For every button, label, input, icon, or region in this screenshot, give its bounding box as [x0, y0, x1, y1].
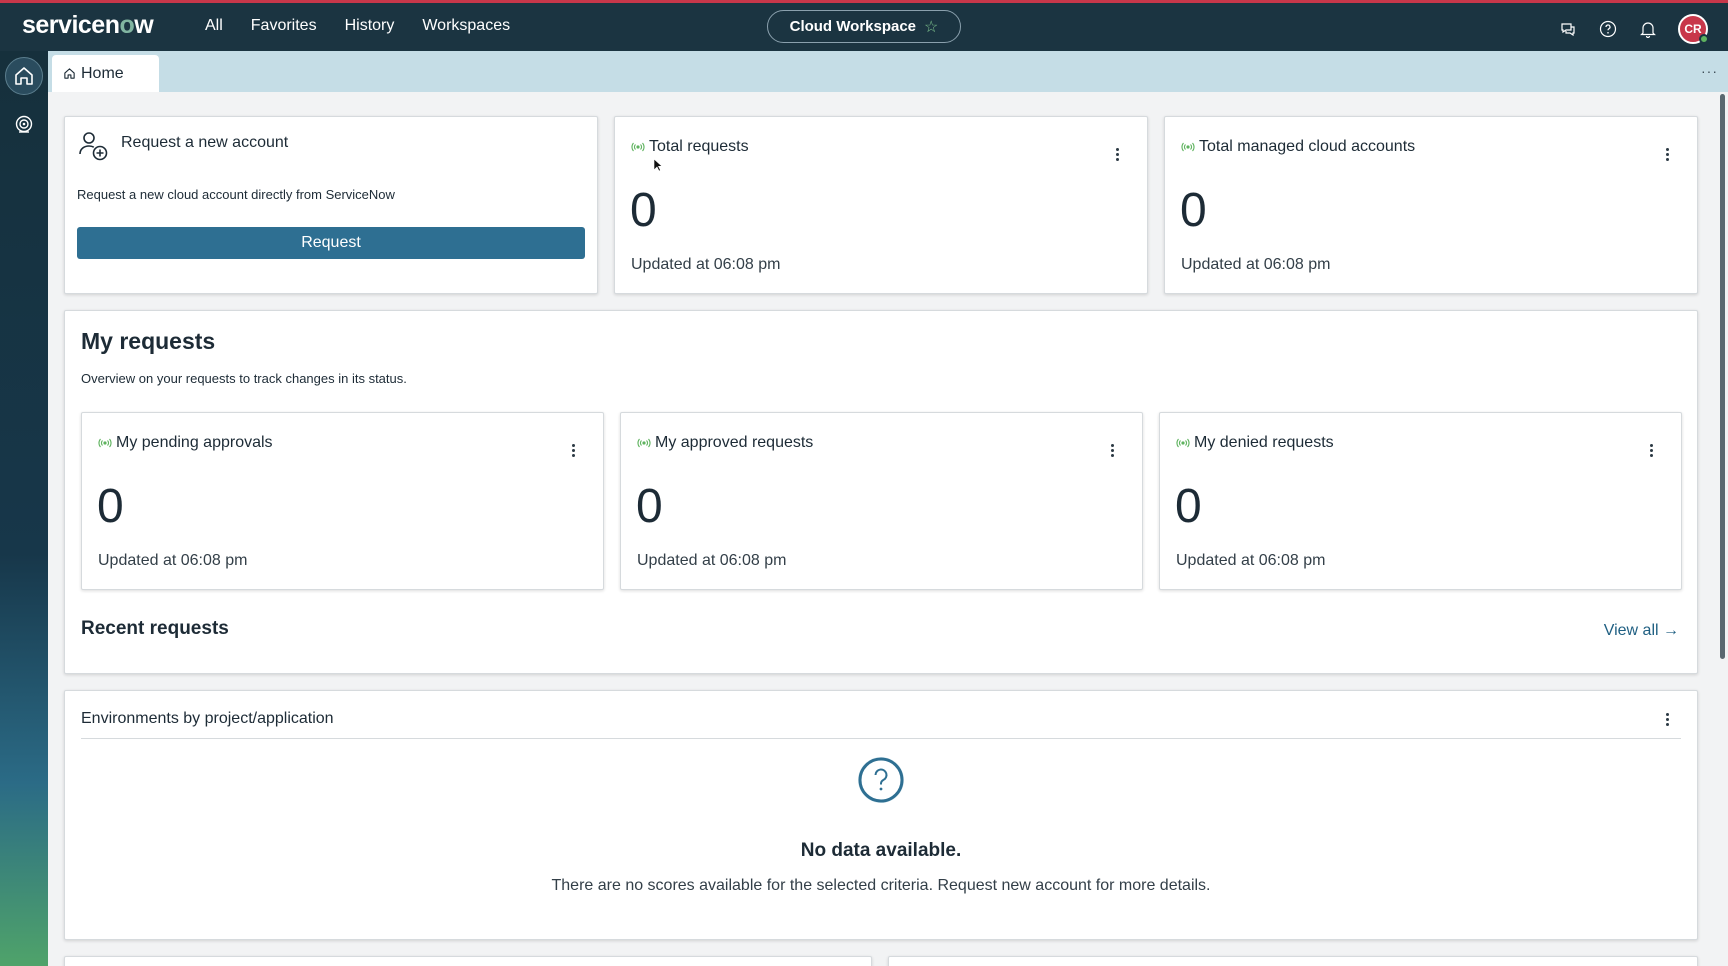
- home-tab-icon: [64, 68, 75, 79]
- environments-more-icon[interactable]: [1657, 709, 1677, 729]
- my-requests-section: My requests Overview on your requests to…: [64, 310, 1698, 674]
- total-requests-title: Total requests: [649, 138, 749, 155]
- logo-text-prefix: servicen: [22, 11, 120, 39]
- view-all-link[interactable]: View all →: [1604, 622, 1679, 640]
- request-button[interactable]: Request: [77, 227, 585, 259]
- notifications-bell-icon[interactable]: [1638, 19, 1658, 39]
- view-all-label: View all: [1603, 622, 1659, 639]
- denied-requests-updated: Updated at 06:08 pm: [1176, 552, 1326, 569]
- home-icon: [15, 67, 33, 85]
- total-requests-card: Total requests 0 Updated at 06:08 pm: [614, 116, 1148, 294]
- logo-text-o: o: [119, 11, 135, 39]
- user-avatar[interactable]: CR: [1678, 14, 1709, 44]
- request-card-title: Request a new account: [121, 134, 289, 151]
- my-requests-description: Overview on your requests to track chang…: [81, 371, 407, 386]
- total-managed-accounts-card: Total managed cloud accounts 0 Updated a…: [1164, 116, 1698, 294]
- workspace-name: Cloud Workspace: [789, 18, 917, 35]
- total-requests-more-icon[interactable]: [1107, 144, 1127, 164]
- pending-approvals-more-icon[interactable]: [563, 440, 583, 460]
- denied-requests-card: My denied requests 0 Updated at 06:08 pm: [1159, 412, 1682, 590]
- environments-title: Environments by project/application: [81, 710, 334, 727]
- recent-requests-title: Recent requests: [81, 618, 229, 639]
- pending-approvals-updated: Updated at 06:08 pm: [98, 552, 248, 569]
- presence-indicator: [1699, 34, 1709, 44]
- top-utility-icons: CR: [1558, 14, 1709, 44]
- tab-home-label: Home: [81, 64, 124, 82]
- question-circle-icon: [858, 757, 904, 803]
- request-account-card: Request a new account Request a new clou…: [64, 116, 598, 294]
- tab-bar: Home ···: [48, 51, 1728, 92]
- denied-requests-value: 0: [1175, 480, 1202, 533]
- top-navigation-bar: servicenow All Favorites History Workspa…: [0, 0, 1728, 51]
- no-data-description: There are no scores available for the se…: [551, 877, 1211, 894]
- approved-requests-updated: Updated at 06:08 pm: [637, 552, 787, 569]
- add-user-icon: [79, 132, 108, 161]
- live-indicator-icon: [98, 438, 112, 448]
- menu-history[interactable]: History: [345, 17, 395, 35]
- help-icon[interactable]: [1598, 19, 1618, 39]
- left-sidebar-rail: [0, 51, 48, 966]
- pending-approvals-value: 0: [97, 480, 124, 533]
- approved-requests-more-icon[interactable]: [1102, 440, 1122, 460]
- menu-all[interactable]: All: [205, 17, 223, 35]
- approved-requests-value: 0: [636, 480, 663, 533]
- main-menu: All Favorites History Workspaces: [205, 17, 538, 35]
- favorite-star-icon[interactable]: ☆: [924, 17, 938, 37]
- radar-icon: [15, 115, 33, 133]
- mouse-cursor-icon: [653, 158, 663, 172]
- divider: [81, 738, 1681, 739]
- rail-home-button[interactable]: [5, 57, 43, 95]
- arrow-right-icon: →: [1658, 622, 1679, 639]
- denied-requests-title: My denied requests: [1194, 434, 1334, 451]
- pending-approvals-card: My pending approvals 0 Updated at 06:08 …: [81, 412, 604, 590]
- live-indicator-icon: [637, 438, 651, 448]
- avatar-initials: CR: [1684, 22, 1702, 36]
- total-managed-accounts-title-row: Total managed cloud accounts: [1181, 138, 1415, 156]
- vertical-scrollbar[interactable]: [1720, 94, 1725, 659]
- denied-requests-more-icon[interactable]: [1641, 440, 1661, 460]
- total-requests-updated: Updated at 06:08 pm: [631, 256, 781, 273]
- approved-requests-title-row: My approved requests: [637, 434, 813, 452]
- approved-requests-card: My approved requests 0 Updated at 06:08 …: [620, 412, 1143, 590]
- approved-requests-title: My approved requests: [655, 434, 814, 451]
- environments-card: Environments by project/application No d…: [64, 690, 1698, 940]
- total-requests-value: 0: [630, 184, 657, 237]
- total-managed-accounts-updated: Updated at 06:08 pm: [1181, 256, 1331, 273]
- total-requests-title-row: Total requests: [631, 138, 749, 156]
- total-managed-accounts-value: 0: [1180, 184, 1207, 237]
- denied-requests-title-row: My denied requests: [1176, 434, 1334, 452]
- menu-favorites[interactable]: Favorites: [251, 17, 317, 35]
- live-indicator-icon: [1181, 142, 1195, 152]
- request-card-description: Request a new cloud account directly fro…: [77, 187, 395, 202]
- tab-home[interactable]: Home: [52, 55, 159, 92]
- servicenow-logo[interactable]: servicenow: [22, 11, 154, 40]
- tab-overflow-menu-icon[interactable]: ···: [1701, 63, 1718, 79]
- logo-text-suffix: w: [134, 11, 154, 39]
- no-data-title: No data available.: [800, 840, 962, 861]
- live-indicator-icon: [631, 142, 645, 152]
- live-indicator-icon: [1176, 438, 1190, 448]
- bottom-card-left: [64, 956, 872, 966]
- my-requests-title: My requests: [81, 328, 216, 354]
- menu-workspaces[interactable]: Workspaces: [422, 17, 510, 35]
- chat-icon[interactable]: [1558, 19, 1578, 39]
- bottom-card-right: [888, 956, 1698, 966]
- total-managed-accounts-more-icon[interactable]: [1657, 144, 1677, 164]
- pending-approvals-title: My pending approvals: [116, 434, 273, 451]
- pending-approvals-title-row: My pending approvals: [98, 434, 273, 452]
- workspace-selector[interactable]: Cloud Workspace ☆: [767, 10, 961, 43]
- total-managed-accounts-title: Total managed cloud accounts: [1199, 138, 1416, 155]
- rail-radar-button[interactable]: [5, 106, 43, 144]
